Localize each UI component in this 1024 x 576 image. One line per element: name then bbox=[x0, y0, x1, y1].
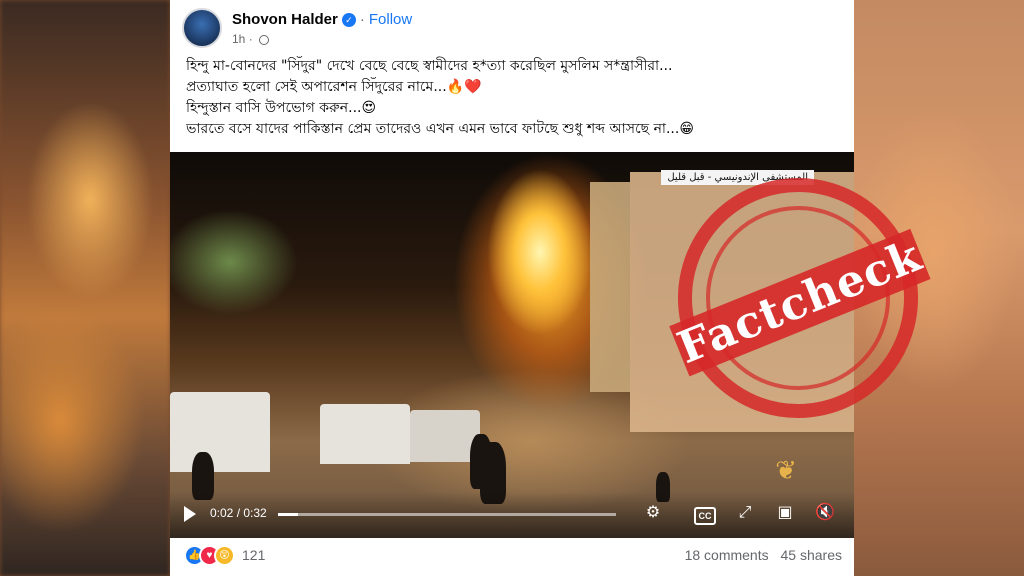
post-time[interactable]: 1h bbox=[232, 32, 245, 46]
post-header: Shovon Halder ✓ · Follow 1h · bbox=[182, 8, 842, 50]
follow-button[interactable]: Follow bbox=[369, 11, 412, 28]
shares-count[interactable]: 45 shares bbox=[781, 547, 842, 563]
author-name[interactable]: Shovon Halder bbox=[232, 11, 338, 28]
post-text-line: হিন্দু মা-বোনদের "সিঁদুর" দেখে বেছে বেছে… bbox=[186, 58, 673, 74]
comments-count[interactable]: 18 comments bbox=[685, 547, 769, 563]
progress-bar[interactable] bbox=[278, 513, 616, 516]
post-text-line: প্রত্যাঘাত হলো সেই অপারেশন সিঁদুরের নামে… bbox=[186, 79, 482, 95]
picture-in-picture-icon[interactable]: ▣ bbox=[774, 502, 796, 524]
separator-dot: · bbox=[359, 11, 365, 28]
globe-icon bbox=[259, 35, 270, 45]
avatar[interactable] bbox=[182, 8, 222, 48]
post-text: হিন্দু মা-বোনদের "সিঁদুর" দেখে বেছে বেছে… bbox=[186, 56, 836, 140]
tent bbox=[320, 404, 410, 464]
reactions[interactable]: 👍 ♥ 😲 bbox=[184, 545, 235, 566]
building bbox=[590, 182, 630, 392]
post-footer: 👍 ♥ 😲 121 18 comments 45 shares bbox=[184, 544, 842, 568]
play-icon[interactable] bbox=[184, 506, 196, 522]
tent bbox=[170, 392, 270, 472]
post-text-line: ভারতে বসে যাদের পাকিস্তান প্রেম তাদেরও এ… bbox=[186, 121, 694, 137]
cc-icon[interactable]: CC bbox=[694, 507, 716, 525]
mute-icon[interactable]: 🔇 bbox=[814, 502, 836, 524]
time-display: 0:02 / 0:32 bbox=[210, 506, 267, 520]
engagement-counts: 18 comments 45 shares bbox=[685, 547, 842, 563]
post-text-line: হিন্দুস্তান বাসি উপভোগ করুন...😍 bbox=[186, 100, 377, 116]
gear-icon[interactable]: ⚙ bbox=[642, 502, 664, 524]
reaction-count[interactable]: 121 bbox=[242, 547, 265, 563]
post-meta: 1h · bbox=[232, 32, 270, 46]
author-line: Shovon Halder ✓ · Follow bbox=[232, 11, 412, 28]
al-jazeera-logo-icon: ❦ bbox=[775, 455, 797, 485]
expand-icon[interactable]: ⤢ bbox=[734, 502, 756, 524]
verified-badge-icon: ✓ bbox=[341, 13, 356, 27]
video-controls: 0:02 / 0:32 ⚙ CC ⤢ ▣ 🔇 bbox=[170, 492, 854, 538]
progress-fill bbox=[278, 513, 299, 516]
blurred-background-left bbox=[0, 0, 170, 576]
wow-reaction-icon: 😲 bbox=[214, 545, 235, 566]
